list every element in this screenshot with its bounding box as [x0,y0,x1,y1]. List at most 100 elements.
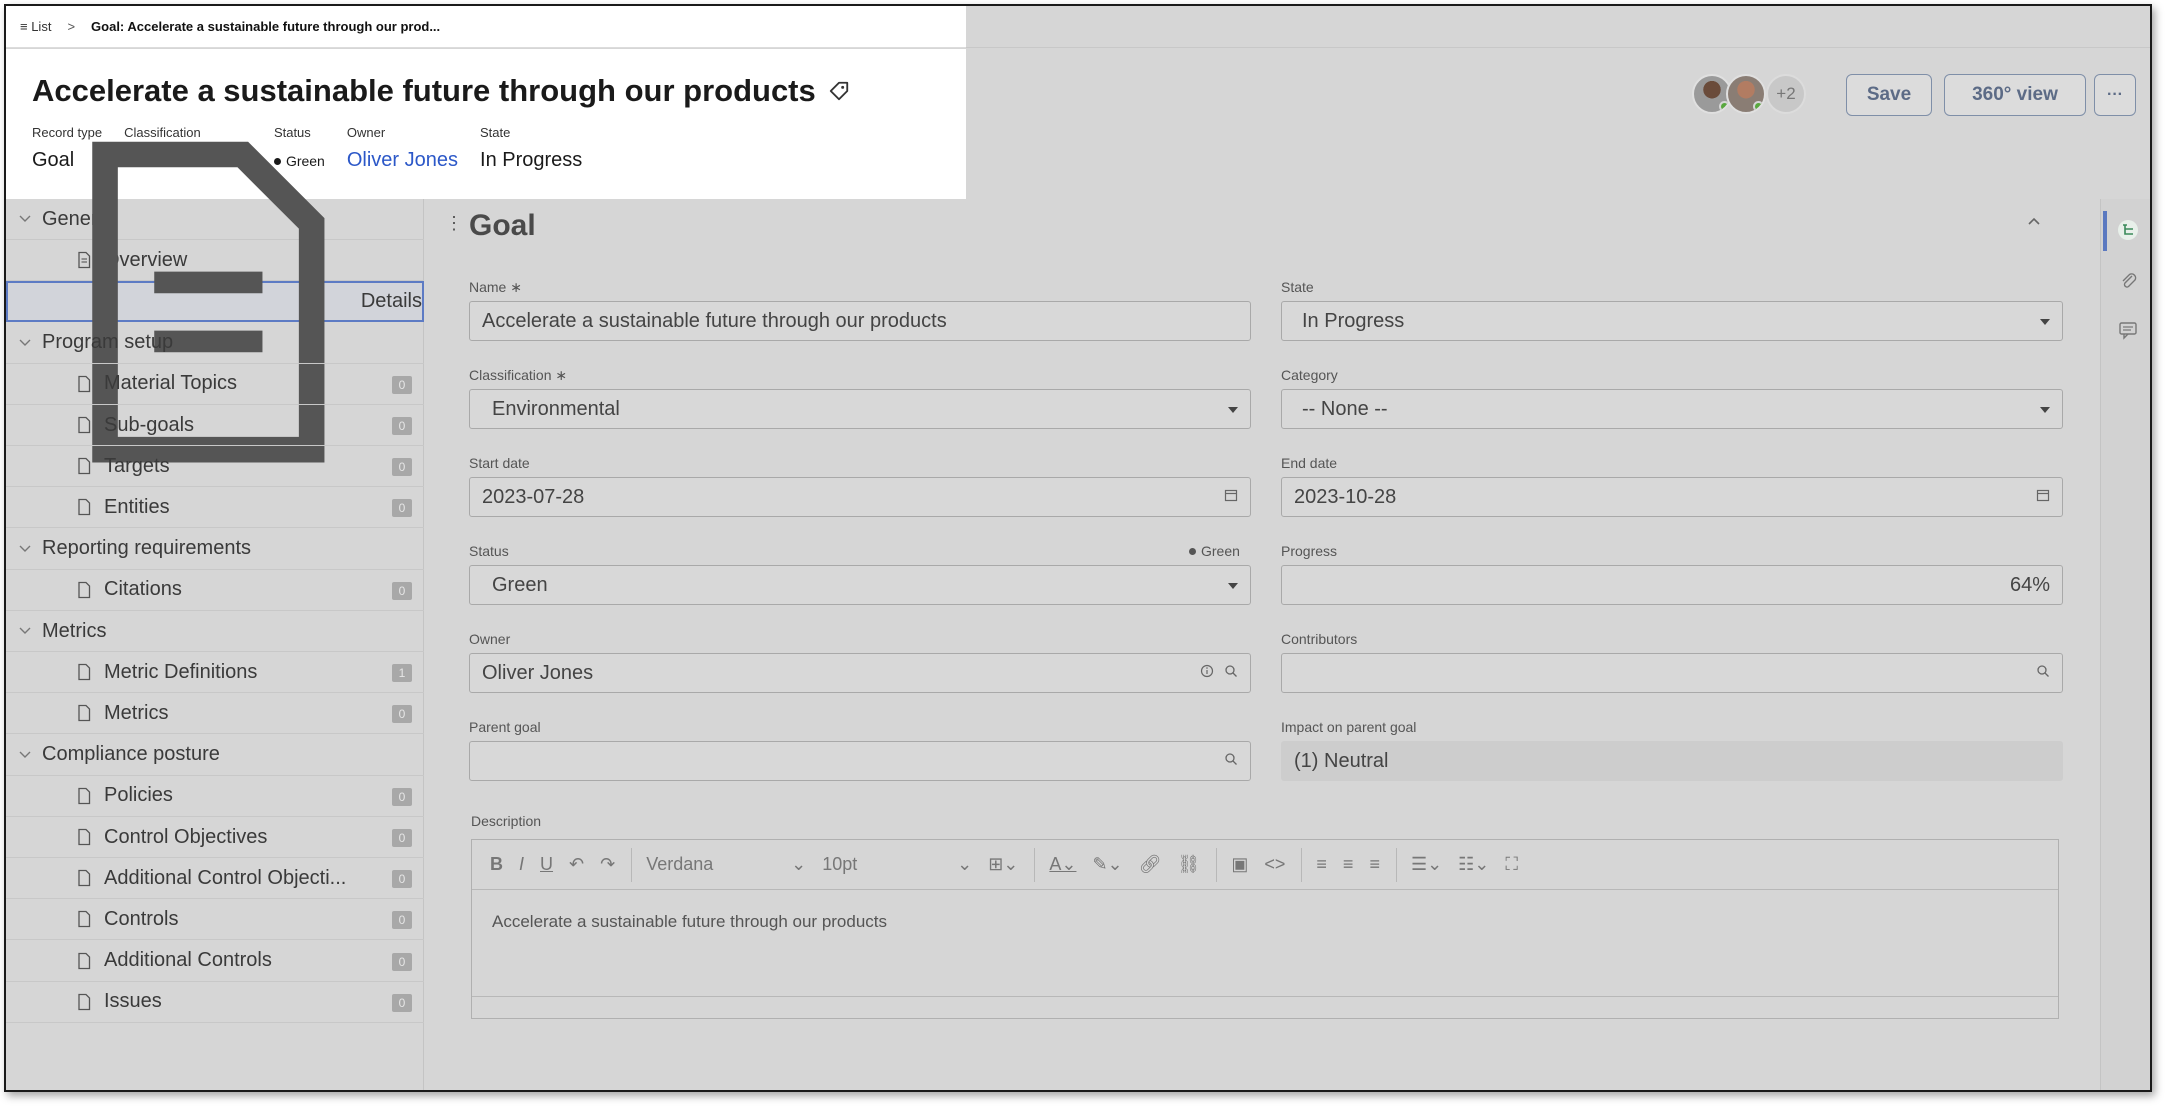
info-icon[interactable] [1200,664,1214,678]
name-input[interactable]: Accelerate a sustainable future through … [469,301,1251,341]
description-editor[interactable]: B I U ↶ ↷ Verdana ⌄ 10pt ⌄ ⊞⌄ A⌄ ✎⌄ 🔗︎ ⛓︎ … [471,839,2059,1019]
count-badge: 0 [392,581,412,600]
contributors-input[interactable] [1281,653,2063,693]
sidebar-group[interactable]: Metrics [6,611,424,652]
code-icon[interactable]: <> [1264,854,1285,875]
document-icon [78,952,91,969]
sidebar-item[interactable]: Citations 0 [6,570,424,611]
bold-icon[interactable]: B [490,854,503,875]
numbered-list-icon[interactable]: ☷⌄ [1458,854,1489,875]
more-actions-button[interactable]: ··· [2094,74,2136,116]
font-family-select[interactable]: Verdana ⌄ [646,854,806,875]
sidebar-group[interactable]: Reporting requirements [6,529,424,570]
save-button[interactable]: Save [1846,74,1932,116]
sidebar-item[interactable]: Entities 0 [6,487,424,529]
owner-input[interactable]: Oliver Jones [469,653,1251,693]
document-icon [78,705,91,722]
sidebar-item[interactable]: Details [6,141,424,463]
classification-value: Environmental [492,397,620,420]
sidebar-item[interactable]: Metrics 0 [6,693,424,735]
editor-statusbar [472,996,2058,1018]
document-icon [78,664,91,681]
sidebar-item-label: Additional Controls [104,949,272,972]
align-right-icon[interactable]: ≡ [1369,854,1380,875]
search-icon[interactable] [1224,664,1238,678]
owner-link[interactable]: Oliver Jones [347,149,458,172]
highlight-icon[interactable]: ✎⌄ [1092,854,1122,875]
sidebar-item[interactable]: Sub-goals 0 [6,405,424,446]
breadcrumb-separator: > [67,19,76,34]
start-date-input[interactable]: 2023-07-28 [469,477,1251,517]
image-icon[interactable]: ▣ [1231,854,1248,875]
form-title: Goal [469,209,536,242]
sidebar-item[interactable]: Issues 0 [6,982,424,1023]
sidebar-item[interactable]: Material Topics 0 [6,364,424,405]
search-icon[interactable] [2036,664,2050,678]
calendar-icon[interactable] [1224,488,1238,502]
category-value: -- None -- [1302,397,1388,420]
text-color-icon[interactable]: A⌄ [1049,854,1076,875]
breadcrumb-list-link[interactable]: ≡ List [20,19,51,34]
state-select[interactable]: In Progress [1281,301,2063,341]
align-left-icon[interactable]: ≡ [1316,854,1327,875]
category-select[interactable]: -- None -- [1281,389,2063,429]
editor-content[interactable]: Accelerate a sustainable future through … [492,912,887,932]
avatar[interactable] [1726,74,1766,114]
sidebar-group[interactable]: Program setup [6,323,424,364]
count-badge: 0 [392,952,412,971]
underline-icon[interactable]: U [540,854,553,875]
sidebar-item[interactable]: Controls 0 [6,899,424,941]
drag-handle-icon[interactable]: ⋮ [445,213,463,234]
status-indicator-text: Green [1201,543,1240,559]
unlink-icon[interactable]: ⛓︎ [1178,854,1201,875]
parent-goal-label: Parent goal [469,719,541,735]
chevron-down-icon [2040,407,2050,413]
sidebar-item-label: Entities [104,495,170,518]
sidebar-item[interactable]: Metric Definitions 1 [6,652,424,694]
sidebar-item[interactable]: Control Objectives 0 [6,817,424,858]
sidebar-item[interactable]: Additional Control Objecti... 0 [6,858,424,900]
align-center-icon[interactable]: ≡ [1343,854,1354,875]
progress-input[interactable]: 64% [1281,565,2063,605]
state-value: In Progress [1302,309,1405,332]
chevron-up-icon[interactable] [2025,213,2043,231]
parent-goal-input[interactable] [469,741,1251,781]
italic-icon[interactable]: I [519,854,524,875]
bullet-list-icon[interactable]: ☰⌄ [1411,854,1442,875]
sidebar-item[interactable]: Policies 0 [6,776,424,817]
font-family-value: Verdana [646,854,714,874]
count-badge: 0 [392,870,412,889]
document-icon [78,787,91,804]
end-date-input[interactable]: 2023-10-28 [1281,477,2063,517]
sidebar-item[interactable]: Additional Controls 0 [6,941,424,982]
meta-owner: Owner Oliver Jones [347,125,458,172]
attachment-icon[interactable] [2117,269,2139,291]
avatars-more-badge[interactable]: +2 [1766,74,1806,114]
chevron-down-icon [19,627,31,634]
count-badge: 0 [392,417,412,435]
360-view-button[interactable]: 360° view [1944,74,2086,116]
document-icon [78,375,91,392]
classification-label: Classification ∗ [469,367,568,383]
undo-icon[interactable]: ↶ [569,854,584,875]
search-icon[interactable] [1224,752,1238,766]
link-icon[interactable]: 🔗︎ [1139,854,1162,875]
comment-icon[interactable] [2117,319,2139,341]
start-date-value: 2023-07-28 [482,485,585,508]
sidebar-group[interactable]: Compliance posture [6,735,424,776]
editor-toolbar: B I U ↶ ↷ Verdana ⌄ 10pt ⌄ ⊞⌄ A⌄ ✎⌄ 🔗︎ ⛓︎ … [472,840,2058,890]
calendar-icon[interactable] [2036,488,2050,502]
fullscreen-icon[interactable]: ⛶ [1505,854,1518,875]
table-icon[interactable]: ⊞⌄ [988,854,1018,875]
sidebar-item-label: Targets [104,454,170,477]
tag-icon[interactable] [828,80,850,102]
status-select[interactable]: Green [469,565,1251,605]
font-size-select[interactable]: 10pt ⌄ [822,854,972,875]
sidebar-item-label: Issues [104,990,162,1013]
redo-icon[interactable]: ↷ [600,854,615,875]
presence-avatars[interactable]: +2 [1692,74,1806,114]
sidebar-item[interactable]: Targets 0 [6,446,424,488]
hierarchy-icon[interactable] [2117,219,2139,241]
toolbar-divider [1216,847,1218,882]
classification-select[interactable]: Environmental [469,389,1251,429]
